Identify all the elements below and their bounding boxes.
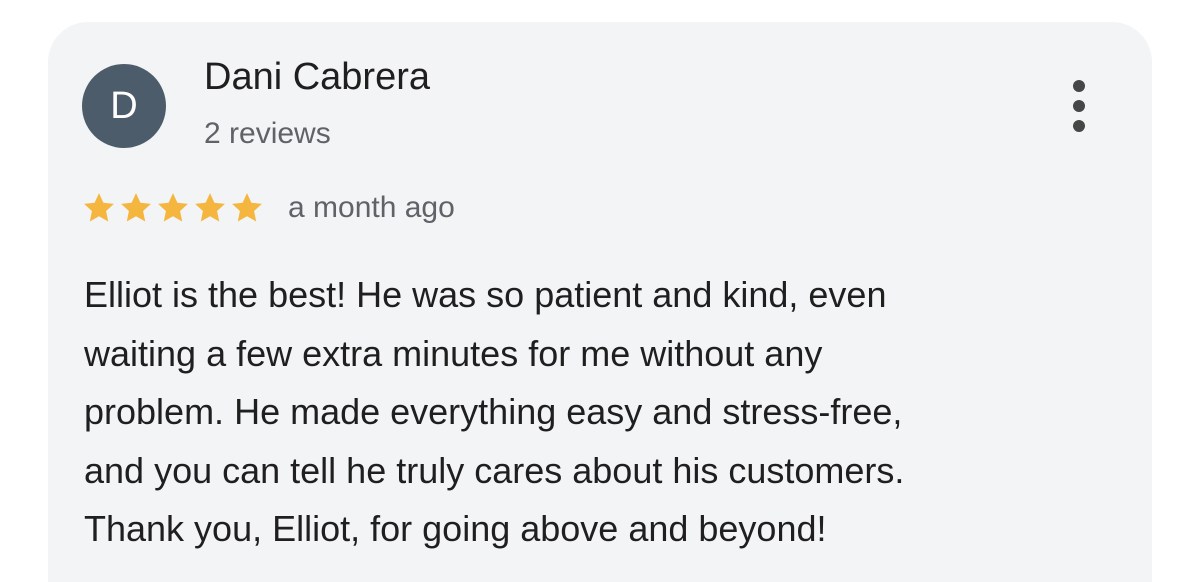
review-text-line: Thank you, Elliot, for going above and b… (84, 508, 827, 549)
review-date: a month ago (288, 191, 455, 224)
more-vertical-icon-dot (1073, 100, 1085, 112)
reviewer-review-count[interactable]: 2 reviews (204, 117, 331, 151)
star-icon (232, 193, 262, 222)
rating-row: a month ago (82, 186, 455, 230)
star-icon (158, 193, 188, 222)
reviewer-name[interactable]: Dani Cabrera (204, 56, 430, 99)
review-card: D Dani Cabrera 2 reviews a month ago Ell… (48, 22, 1152, 582)
review-text-line: Elliot is the best! He was so patient an… (84, 274, 887, 315)
star-icon (195, 193, 225, 222)
review-text-line: and you can tell he truly cares about hi… (84, 449, 905, 491)
star-icon (121, 193, 151, 222)
avatar[interactable]: D (82, 64, 166, 148)
star-rating (82, 191, 267, 225)
more-options-button[interactable] (1064, 80, 1094, 132)
more-vertical-icon (1073, 80, 1085, 92)
review-text-line: waiting a few extra minutes for me witho… (84, 332, 823, 374)
review-text: Elliot is the best! He was so patient an… (84, 266, 1114, 559)
review-text-line: problem. He made everything easy and str… (84, 391, 903, 432)
more-vertical-icon-dot (1073, 120, 1085, 132)
star-icon (84, 193, 114, 222)
